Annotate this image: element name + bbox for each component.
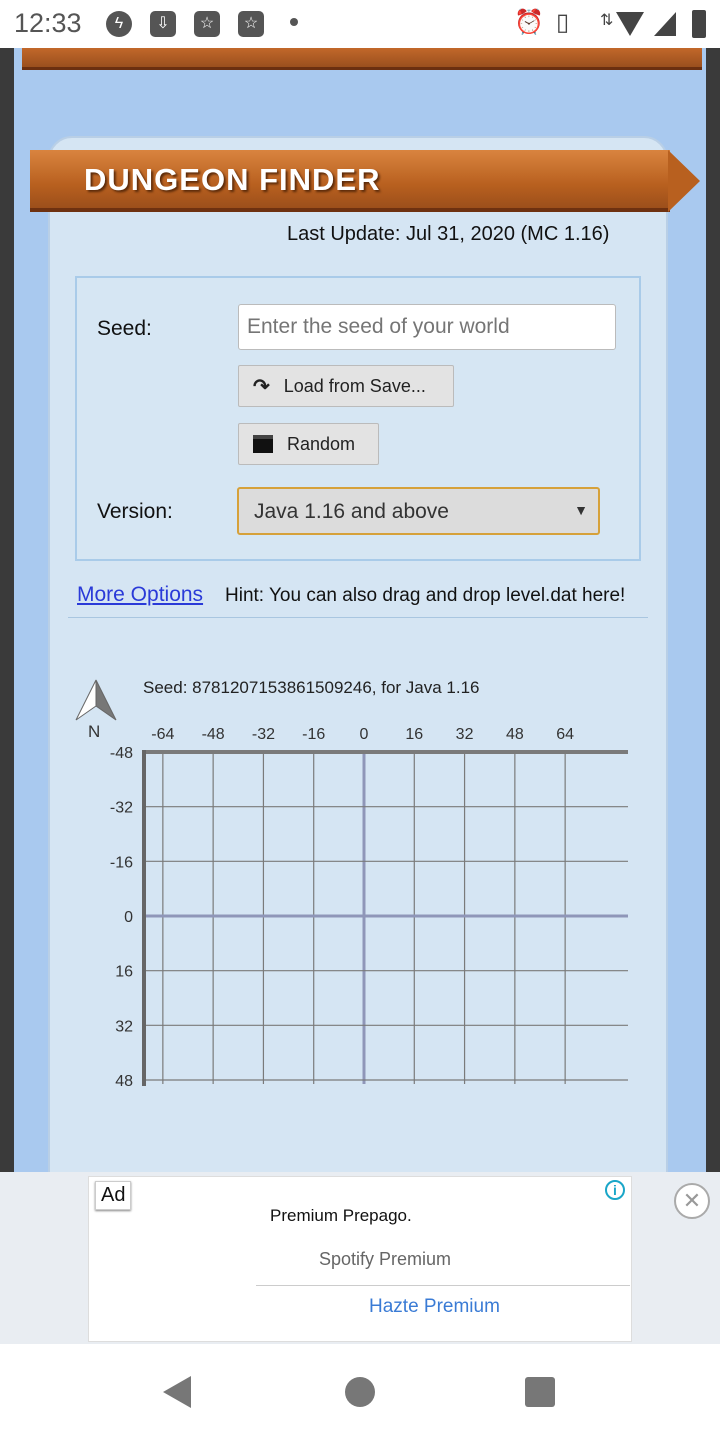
y-tick-label: -48 — [110, 745, 133, 762]
ad-headline: Premium Prepago. — [270, 1206, 412, 1225]
y-tick-label: 16 — [115, 964, 133, 981]
ad-tag: Ad — [95, 1181, 132, 1210]
ad-info-icon[interactable]: i — [605, 1180, 625, 1200]
y-tick-label: -32 — [110, 800, 133, 817]
y-tick-label: 0 — [124, 909, 133, 926]
x-tick-label: 48 — [506, 726, 524, 743]
navigation-bar — [0, 1344, 720, 1440]
x-tick-label: -64 — [151, 726, 174, 743]
x-tick-label: 64 — [556, 726, 574, 743]
home-button[interactable] — [345, 1377, 375, 1407]
back-button[interactable] — [163, 1376, 191, 1408]
ad-close-icon[interactable]: ✕ — [674, 1183, 710, 1219]
ad-divider — [256, 1285, 630, 1286]
x-tick-label: -16 — [302, 726, 325, 743]
dungeon-map[interactable]: -64 -48 -32 -16 0 16 32 48 64 -48 -32 -16 0 16 32 48 — [0, 0, 720, 1172]
x-tick-label: 16 — [405, 726, 423, 743]
x-tick-label: 32 — [456, 726, 474, 743]
x-tick-label: -32 — [252, 726, 275, 743]
ad-advertiser: Spotify Premium — [319, 1249, 452, 1269]
recents-button[interactable] — [525, 1377, 555, 1407]
ad-cta-button[interactable]: Hazte Premium — [369, 1296, 500, 1318]
y-tick-label: 32 — [115, 1018, 133, 1035]
y-tick-label: 48 — [115, 1073, 133, 1090]
x-tick-label: -48 — [202, 726, 225, 743]
x-tick-label: 0 — [360, 726, 369, 743]
y-tick-label: -16 — [110, 854, 133, 871]
